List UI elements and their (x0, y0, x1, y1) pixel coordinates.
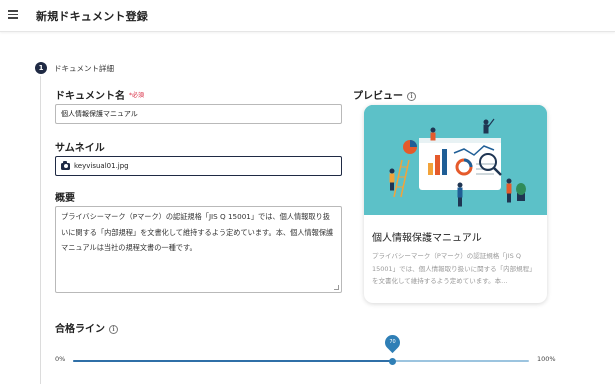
slider-max-label: 100% (537, 355, 556, 363)
preview-card-description: プライバシーマーク（Pマーク）の認証規格「JIS Q 15001」では、個人情報… (372, 252, 536, 285)
thumbnail-file-name: keyvisual01.jpg (74, 162, 129, 170)
thumbnail-file-input[interactable]: keyvisual01.jpg (55, 156, 342, 176)
step-number-badge: 1 (35, 62, 47, 74)
summary-textarea[interactable]: プライバシーマーク（Pマーク）の認証規格「JIS Q 15001」では、個人情報… (55, 206, 342, 293)
summary-text: プライバシーマーク（Pマーク）の認証規格「JIS Q 15001」では、個人情報… (61, 212, 334, 252)
pass-line-slider[interactable]: 70 (73, 331, 529, 365)
document-name-value: 個人情報保護マニュアル (61, 110, 138, 118)
resize-handle-icon[interactable] (334, 285, 339, 290)
hamburger-menu-icon[interactable] (8, 10, 18, 19)
preview-label-text: プレビュー (353, 91, 403, 102)
info-icon[interactable]: i (407, 91, 416, 101)
thumbnail-label: サムネイル (55, 143, 105, 154)
step-connector-line (40, 76, 41, 384)
required-mark: *必須 (129, 92, 145, 99)
info-icon[interactable]: i (109, 324, 118, 334)
slider-value-bubble: 70 (381, 331, 403, 354)
slider-fill (73, 360, 393, 362)
document-name-label: ドキュメント名 *必須 (55, 87, 144, 102)
summary-label: 概要 (55, 193, 75, 204)
slider-value-label: 70 (389, 339, 396, 345)
document-name-input[interactable]: 個人情報保護マニュアル (55, 104, 342, 124)
preview-card: 個人情報保護マニュアル プライバシーマーク（Pマーク）の認証規格「JIS Q 1… (364, 105, 547, 303)
app-bar: 新規ドキュメント登録 (0, 0, 615, 32)
document-name-label-text: ドキュメント名 (55, 91, 125, 102)
page-title: 新規ドキュメント登録 (36, 10, 148, 23)
preview-label: プレビュー i (353, 87, 416, 102)
preview-card-title: 個人情報保護マニュアル (372, 233, 482, 244)
step-label: ドキュメント詳細 (54, 64, 114, 73)
camera-icon (61, 161, 70, 170)
card-illustration (364, 105, 547, 215)
slider-min-label: 0% (55, 355, 66, 363)
pass-line-label-text: 合格ライン (55, 324, 105, 335)
slider-thumb[interactable] (388, 357, 396, 365)
pass-line-label: 合格ライン i (55, 320, 118, 335)
